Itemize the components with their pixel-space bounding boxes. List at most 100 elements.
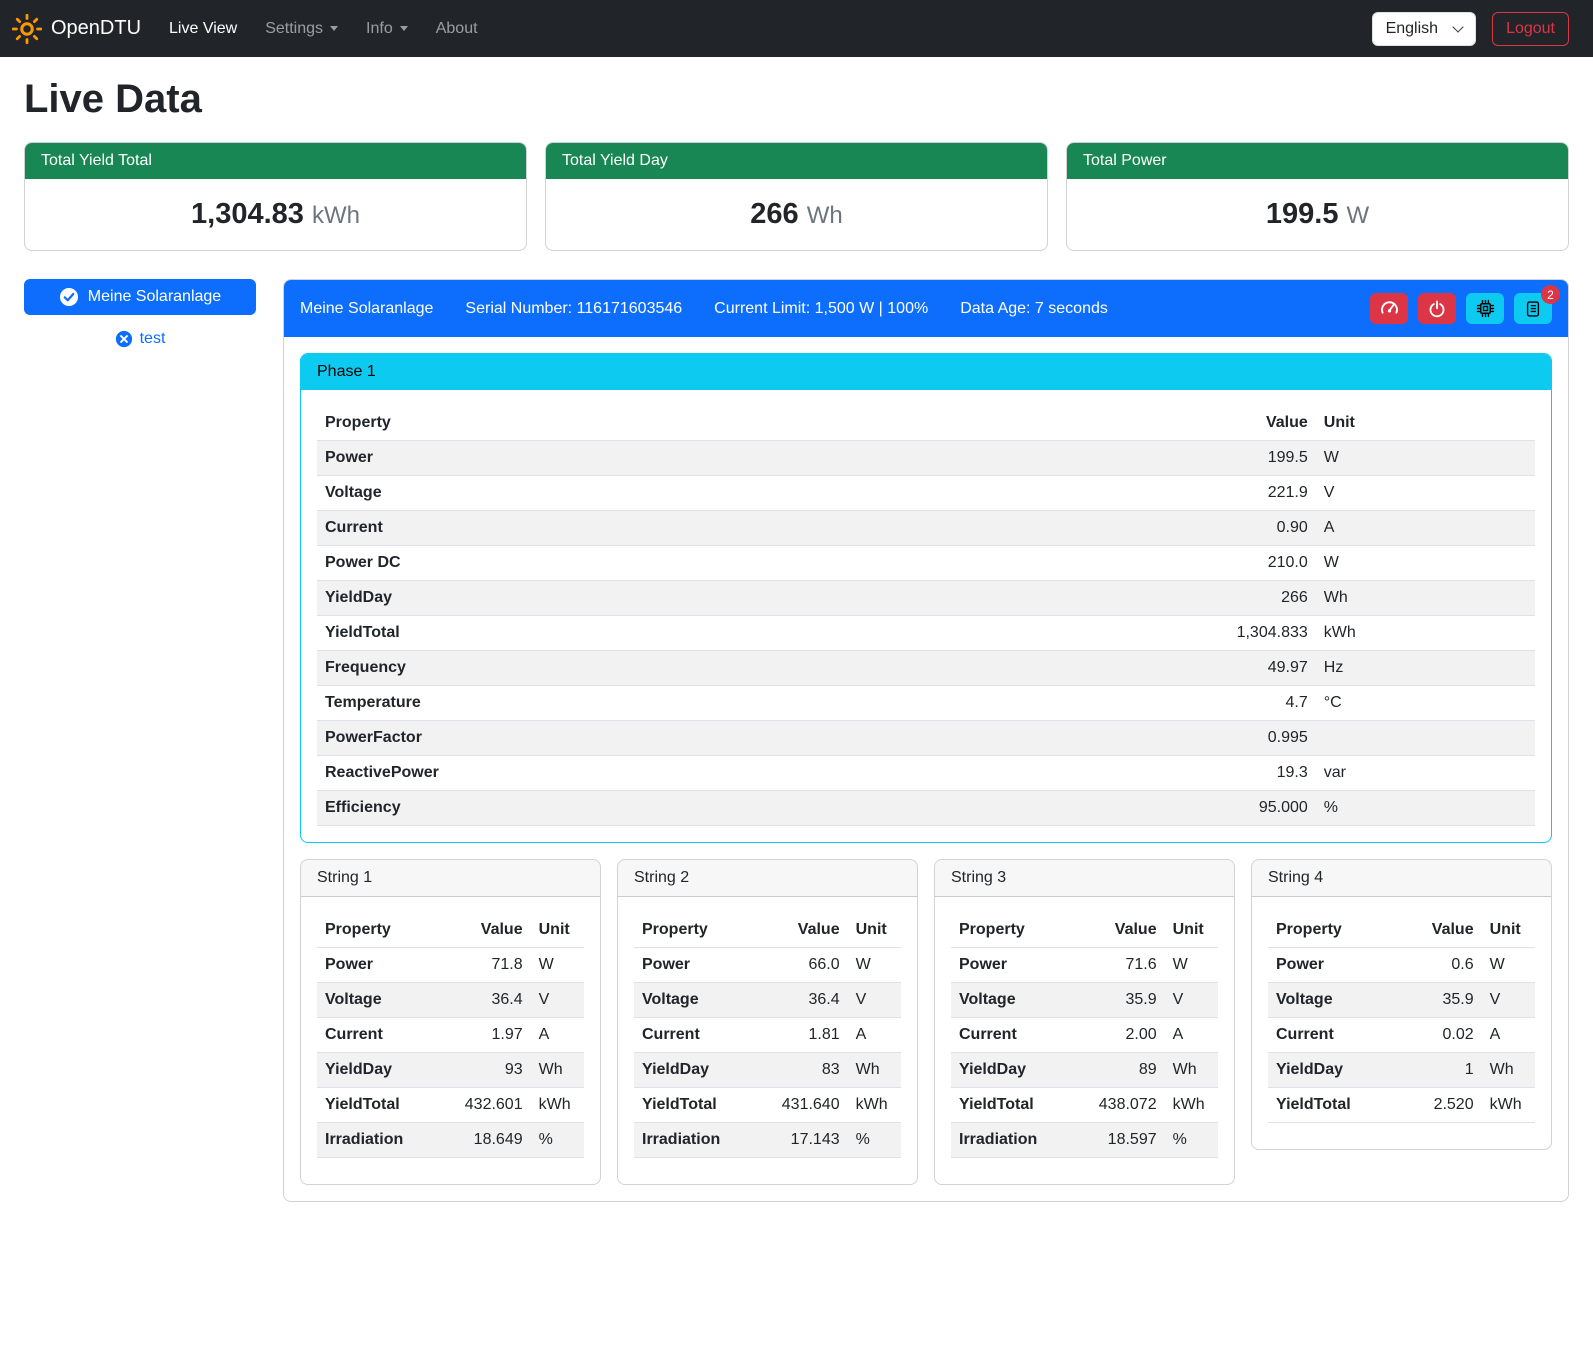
language-select[interactable]: English [1372, 12, 1476, 46]
unit-cell: W [1316, 546, 1535, 581]
property-cell: Current [634, 1018, 757, 1053]
property-cell: Power [1268, 948, 1391, 983]
inverter-test-label: test [140, 330, 166, 348]
main-row: Meine Solaranlage test Meine Solaranlage… [24, 279, 1569, 1202]
strings-row: String 1 Property Value Unit [300, 859, 1552, 1185]
value-cell: 2.00 [1074, 1018, 1165, 1053]
logout-button[interactable]: Logout [1492, 12, 1569, 46]
table-header-row: Property Value Unit [951, 913, 1218, 948]
inverter-select-label: Meine Solaranlage [88, 288, 221, 306]
property-cell: Irradiation [951, 1123, 1074, 1158]
summary-value: 199.5 [1266, 198, 1339, 230]
table-row: Irradiation 17.143 % [634, 1123, 901, 1158]
cpu-icon [1476, 299, 1495, 318]
unit-cell: V [1482, 983, 1535, 1018]
unit-cell: W [1316, 441, 1535, 476]
event-log-button[interactable]: 2 [1514, 293, 1552, 324]
unit-cell: Wh [1165, 1053, 1218, 1088]
unit-cell: % [1165, 1123, 1218, 1158]
navbar-right: English Logout [1372, 12, 1569, 46]
value-cell: 1,304.833 [1097, 616, 1316, 651]
column-header-value: Value [440, 913, 531, 948]
inverter-card-body: Phase 1 Property Value Unit [284, 337, 1568, 1201]
brand-link[interactable]: OpenDTU [12, 14, 141, 44]
column-header-value: Value [757, 913, 848, 948]
table-row: Power 199.5 W [317, 441, 1535, 476]
nav-item-about[interactable]: About [422, 12, 492, 46]
column-header-unit: Unit [1482, 913, 1535, 948]
unit-cell: V [1165, 983, 1218, 1018]
navbar: OpenDTU Live View Settings Info About En… [0, 0, 1593, 57]
string-card-2: String 2 Property Value Unit [617, 859, 918, 1185]
unit-cell: W [848, 948, 901, 983]
inverter-serial: Serial Number: 116171603546 [465, 300, 682, 318]
nav-item-label: Settings [265, 20, 323, 38]
nav-item-info[interactable]: Info [352, 12, 422, 46]
nav-item-label: Live View [169, 20, 237, 38]
value-cell: 71.6 [1074, 948, 1165, 983]
string-card-3: String 3 Property Value Unit [934, 859, 1235, 1185]
property-cell: YieldDay [317, 1053, 440, 1088]
property-cell: YieldDay [1268, 1053, 1391, 1088]
table-row: Power 66.0 W [634, 948, 901, 983]
limit-settings-button[interactable] [1370, 293, 1408, 324]
property-cell: Power [317, 441, 1097, 476]
unit-cell: % [531, 1123, 584, 1158]
property-cell: YieldTotal [317, 616, 1097, 651]
nav-item-label: About [436, 20, 478, 38]
summary-card-title: Total Yield Total [25, 143, 526, 179]
sun-logo-icon [12, 14, 42, 44]
value-cell: 49.97 [1097, 651, 1316, 686]
table-row: Irradiation 18.649 % [317, 1123, 584, 1158]
value-cell: 1.97 [440, 1018, 531, 1053]
value-cell: 36.4 [757, 983, 848, 1018]
table-row: Voltage 36.4 V [317, 983, 584, 1018]
unit-cell: Wh [531, 1053, 584, 1088]
value-cell: 431.640 [757, 1088, 848, 1123]
value-cell: 0.90 [1097, 511, 1316, 546]
unit-cell: kWh [1482, 1088, 1535, 1123]
summary-card-title: Total Power [1067, 143, 1568, 179]
value-cell: 210.0 [1097, 546, 1316, 581]
table-row: Irradiation 18.597 % [951, 1123, 1218, 1158]
value-cell: 266 [1097, 581, 1316, 616]
table-row: Voltage 221.9 V [317, 476, 1535, 511]
property-cell: Voltage [317, 983, 440, 1018]
inverter-card: Meine Solaranlage Serial Number: 1161716… [283, 279, 1569, 1202]
unit-cell [1316, 721, 1535, 756]
property-cell: Voltage [634, 983, 757, 1018]
column-header-property: Property [951, 913, 1074, 948]
unit-cell: kWh [848, 1088, 901, 1123]
event-count-badge: 2 [1541, 285, 1560, 304]
main-content: Live Data Total Yield Total 1,304.83kWh … [0, 57, 1593, 1226]
device-info-button[interactable] [1466, 293, 1504, 324]
power-settings-button[interactable] [1418, 293, 1456, 324]
x-circle-icon [115, 330, 133, 348]
summary-card-body: 1,304.83kWh [25, 179, 526, 250]
unit-cell: kWh [1316, 616, 1535, 651]
check-circle-icon [59, 287, 79, 307]
table-row: YieldTotal 2.520 kWh [1268, 1088, 1535, 1123]
string-card-4: String 4 Property Value Unit [1251, 859, 1552, 1150]
unit-cell: Hz [1316, 651, 1535, 686]
value-cell: 83 [757, 1053, 848, 1088]
table-row: ReactivePower 19.3 var [317, 756, 1535, 791]
property-cell: ReactivePower [317, 756, 1097, 791]
nav-item-settings[interactable]: Settings [251, 12, 352, 46]
summary-card-body: 266Wh [546, 179, 1047, 250]
table-row: YieldTotal 432.601 kWh [317, 1088, 584, 1123]
phase-card-title: Phase 1 [301, 354, 1551, 390]
string-card-body: Property Value Unit Power 71.6 [935, 897, 1234, 1184]
summary-card-title: Total Yield Day [546, 143, 1047, 179]
inverter-select-button[interactable]: Meine Solaranlage [24, 279, 256, 315]
property-cell: Irradiation [317, 1123, 440, 1158]
property-cell: Current [1268, 1018, 1391, 1053]
column-header-unit: Unit [1316, 406, 1535, 441]
column-header-value: Value [1391, 913, 1482, 948]
value-cell: 438.072 [1074, 1088, 1165, 1123]
phase-table: Property Value Unit Power 199.5 [317, 406, 1535, 826]
inverter-test-link[interactable]: test [24, 330, 256, 348]
table-row: Frequency 49.97 Hz [317, 651, 1535, 686]
language-value: English [1386, 20, 1438, 38]
nav-item-live-view[interactable]: Live View [155, 12, 251, 46]
